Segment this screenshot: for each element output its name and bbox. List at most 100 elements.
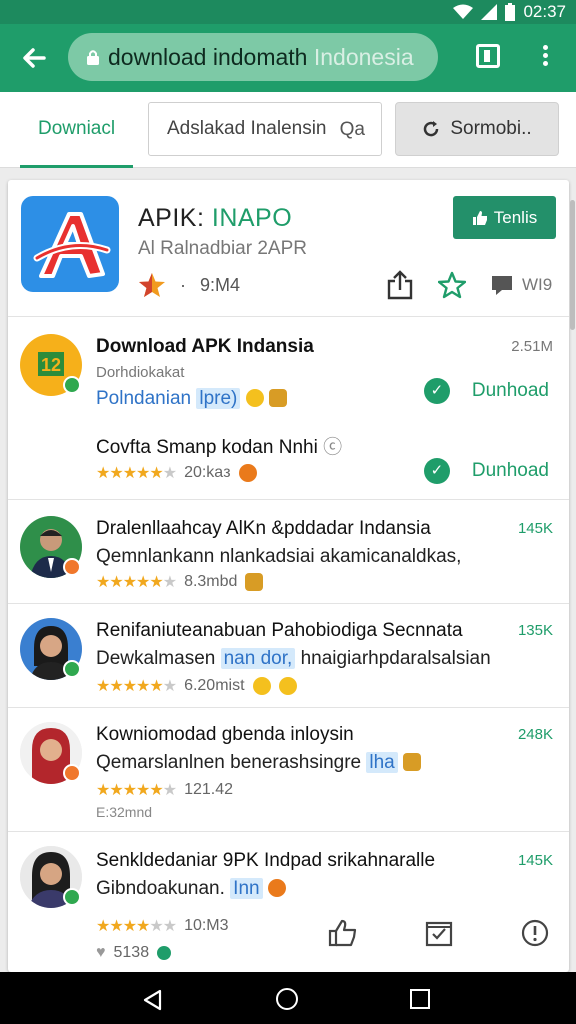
item-size: 135K [517, 622, 553, 639]
list-item[interactable]: 12 Download APK Indansia Dorhdiokakat Po… [8, 318, 569, 500]
item-highlight: lha [366, 752, 398, 773]
nav-back-icon[interactable] [142, 989, 164, 1011]
download-button[interactable]: ✓ Dunhoad [423, 378, 549, 404]
app-title: APIK: INAPO [138, 204, 293, 232]
medal-emoji-icon [268, 389, 287, 407]
item-rating: ★★★★★★ 8.3mbd [96, 572, 264, 592]
url-text-faded: Indonesia [307, 43, 414, 70]
list-item[interactable]: Renifaniuteanabuan Pahobiodiga Secnnata … [8, 604, 569, 708]
rating-stars: ★★★★★★ [96, 782, 177, 799]
medal-emoji-icon [403, 753, 422, 771]
app-header: APIK: INAPO Al Ralnadbiar 2APR · 9:М4 Te… [8, 180, 569, 317]
star-outline-icon[interactable] [438, 271, 466, 299]
item-rating-text: 6.20mist [184, 677, 245, 694]
verified-badge [63, 376, 81, 394]
app-meta: · 9:М4 [138, 272, 240, 298]
list-item[interactable]: Kowniomodad gbenda inloysin Qemarslanlne… [8, 708, 569, 832]
item-highlight: nan dor, [220, 648, 296, 669]
scrollbar[interactable] [570, 200, 575, 330]
item-title: Kowniomodad gbenda inloysin [96, 724, 354, 745]
item-size: 145K [517, 520, 553, 537]
verified-badge [63, 888, 81, 906]
sub-item-title: Covfta Smanp kodan Nnhi ⓒ [96, 437, 343, 458]
verified-icon [157, 946, 172, 960]
app-actions: WI9 [386, 270, 552, 300]
check-icon: ✓ [423, 378, 450, 404]
refresh-icon [424, 121, 439, 137]
app-title-accent: INAPO [211, 204, 293, 232]
emoji-icon [252, 677, 271, 695]
back-arrow-icon[interactable] [18, 42, 50, 74]
share-icon[interactable] [386, 270, 414, 300]
sub-download-button[interactable]: ✓ Dunhoad [423, 458, 549, 484]
item-link-text[interactable]: Polndanian [96, 388, 191, 409]
emoji-icon [267, 879, 286, 897]
item-size: 2.51M [511, 338, 553, 355]
app-logo[interactable] [21, 196, 119, 292]
item-rating-text: 8.3mbd [184, 573, 238, 590]
item-rating: ★★★★★★ 6.20mist [96, 676, 297, 696]
wifi-icon [453, 4, 474, 19]
list-item[interactable]: Dralenllaahcay AlKn &pddadar Indansia Qe… [8, 500, 569, 604]
badge [63, 764, 81, 782]
item-description: Qemnlankann nlankadsiai akamicanaldkas, [96, 546, 462, 567]
url-bar[interactable]: download indomath Indonesia [68, 33, 438, 81]
system-nav-bar [0, 972, 576, 1024]
item-description-suffix: hnaigiarhpdaralsalsian [300, 648, 491, 669]
rating-stars: ★★★★★★ [96, 678, 177, 695]
comment-icon [492, 276, 512, 295]
item-likes-count: 5138 [113, 944, 150, 961]
check-icon: ✓ [423, 458, 450, 484]
tab-switcher-icon[interactable] [476, 44, 500, 68]
emoji-icon [238, 464, 257, 482]
svg-text:12: 12 [41, 355, 61, 375]
item-title: Senkldedaniar 9PK Indpad srikahnaralle [96, 850, 436, 871]
item-size: 248K [517, 726, 553, 743]
item-highlight: lpre) [196, 388, 241, 409]
results-card: APIK: INAPO Al Ralnadbiar 2APR · 9:М4 Te… [8, 180, 569, 972]
report-icon[interactable] [520, 918, 550, 948]
info-icon: ⓒ [323, 437, 343, 458]
nav-recents-icon[interactable] [410, 989, 430, 1009]
item-description: Polndanian lpre) [96, 388, 287, 410]
rating-stars: ★★★★★★ [96, 574, 177, 591]
bottom-actions [328, 918, 550, 948]
thumbs-up-outline-icon[interactable] [328, 918, 358, 948]
search-row: Downiacl Adslakad Inalensin Qa Sormobi.. [0, 92, 576, 168]
feedback-action[interactable]: WI9 [490, 273, 552, 297]
overflow-menu-icon[interactable] [538, 42, 552, 72]
smile-emoji-icon [245, 389, 264, 407]
search-input-suffix: Qa [339, 119, 365, 140]
letter-a-logo-icon [33, 212, 111, 278]
feedback-action-label: WI9 [522, 275, 553, 294]
search-input[interactable]: Adslakad Inalensin Qa [148, 102, 382, 156]
tab-download[interactable]: Downiacl [20, 92, 134, 168]
rating-stars: ★★★★★★ [96, 918, 177, 935]
item-description: Gibndoakunan. Inn [96, 878, 286, 900]
install-button-label: Tenlis [493, 207, 538, 227]
meta-separator: · [180, 274, 186, 295]
url-text: download indomath Indonesia [108, 43, 414, 70]
rating-stars: ★★★★★★ [96, 465, 177, 482]
item-rating: ★★★★★★ 121.42 [96, 780, 233, 800]
heart-icon: ♥ [96, 944, 106, 961]
item-extra: E:32mnd [96, 804, 153, 820]
download-button-label: Dunhoad [471, 380, 549, 401]
item-size: 145K [517, 852, 553, 869]
list-item[interactable]: Senkldedaniar 9PK Indpad srikahnaralle G… [8, 832, 569, 972]
item-highlight: Inn [230, 878, 263, 899]
battery-icon [505, 3, 516, 21]
search-button[interactable]: Sormobi.. [395, 102, 559, 156]
sub-item-rating-text: 20:kaз [184, 464, 231, 481]
item-title: Download APK Indansia [96, 336, 314, 357]
nav-home-icon[interactable] [276, 988, 298, 1010]
save-checklist-icon[interactable] [424, 918, 454, 948]
item-rating: ★★★★★★ 10:M3 [96, 916, 229, 936]
thumbs-up-icon [472, 210, 487, 225]
item-rating-text: 121.42 [184, 781, 233, 798]
badge [63, 558, 81, 576]
status-bar: 02:37 [0, 0, 576, 24]
item-title: Dralenllaahcay AlKn &pddadar Indansia [96, 518, 431, 539]
browser-toolbar: download indomath Indonesia [0, 24, 576, 92]
install-button[interactable]: Tenlis [453, 196, 556, 239]
